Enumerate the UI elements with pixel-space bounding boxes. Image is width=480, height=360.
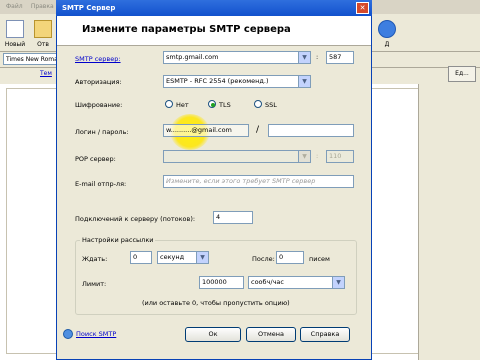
radio-ssl[interactable] xyxy=(254,100,262,108)
connections-label: Подключений к серверу (потоков): xyxy=(75,215,196,223)
smtp-port-field[interactable]: 587 xyxy=(326,51,354,64)
after-field[interactable]: 0 xyxy=(276,251,304,264)
password-field[interactable] xyxy=(268,124,354,137)
chevron-down-icon[interactable]: ▼ xyxy=(332,277,344,288)
email-return-field[interactable]: Измените, если этого требует SMTP сервер xyxy=(163,175,354,188)
background-link-tab[interactable]: Тем xyxy=(40,70,52,77)
smtp-server-value: smtp.gmail.com xyxy=(166,53,219,61)
open-folder-icon xyxy=(34,20,52,38)
wait-field[interactable]: 0 xyxy=(130,251,152,264)
chevron-down-icon: ▼ xyxy=(298,151,310,162)
pop-port-field: 110 xyxy=(326,150,354,163)
smtp-colon: : xyxy=(316,53,319,61)
auth-label: Авторизация: xyxy=(75,78,122,86)
smtp-server-combo[interactable]: smtp.gmail.com ▼ xyxy=(163,51,311,64)
toolbar-right-button[interactable]: Д xyxy=(374,20,400,48)
menu-edit[interactable]: Правка xyxy=(31,3,54,10)
pop-label: POP сервер: xyxy=(75,155,116,163)
toolbar-right-label: Д xyxy=(384,41,390,48)
chevron-down-icon[interactable]: ▼ xyxy=(196,252,208,263)
toolbar-open-label: Отв xyxy=(37,41,49,48)
smtp-server-label[interactable]: SMTP сервер: xyxy=(75,55,121,63)
wait-unit-value: секунд xyxy=(160,253,185,261)
toolbar-new-label: Новый xyxy=(4,41,26,48)
help-button[interactable]: Справка xyxy=(300,327,350,342)
chevron-down-icon[interactable]: ▼ xyxy=(298,52,310,63)
search-icon xyxy=(63,329,73,339)
limit-unit-combo[interactable]: сообч/час ▼ xyxy=(248,276,345,289)
login-slash: / xyxy=(256,125,260,135)
connections-field[interactable]: 4 xyxy=(213,211,253,224)
login-field[interactable]: w..........@gmail.com xyxy=(163,124,249,137)
auth-value: ESMTP - RFC 2554 (рекоменд.) xyxy=(166,77,269,85)
limit-unit-value: сообч/час xyxy=(251,278,284,286)
auth-combo[interactable]: ESMTP - RFC 2554 (рекоменд.) ▼ xyxy=(163,75,311,88)
right-panel xyxy=(418,84,480,360)
wait-label: Ждать: xyxy=(82,255,108,263)
radio-ssl-label: SSL xyxy=(265,101,277,109)
dialog-heading: Измените параметры SMTP сервера xyxy=(82,24,291,35)
chevron-down-icon[interactable]: ▼ xyxy=(298,76,310,87)
email-return-label: E-mail отпр-ля: xyxy=(75,180,127,188)
pop-server-combo: ▼ xyxy=(163,150,311,163)
after-unit-label: писем xyxy=(309,255,330,263)
mailing-hint: (или оставьте 0, чтобы пропустить опцию) xyxy=(142,299,290,307)
pop-colon: : xyxy=(316,152,319,160)
radio-tls-label: TLS xyxy=(219,101,231,109)
cancel-button[interactable]: Отмена xyxy=(246,327,296,342)
background-right-button[interactable]: Ед... xyxy=(448,66,476,82)
limit-label: Лимит: xyxy=(82,280,107,288)
radio-tls[interactable] xyxy=(208,100,216,108)
toolbar-new-button[interactable]: Новый xyxy=(2,20,28,48)
close-icon[interactable]: ✕ xyxy=(356,2,369,14)
login-label: Логин / пароль: xyxy=(75,128,129,136)
search-smtp-link[interactable]: Поиск SMTP xyxy=(76,330,116,338)
encryption-label: Шифрование: xyxy=(75,101,123,109)
font-name-box[interactable]: Times New Roma xyxy=(3,53,57,65)
menu-file[interactable]: Файл xyxy=(6,3,23,10)
help-icon xyxy=(378,20,396,38)
limit-field[interactable]: 100000 xyxy=(199,276,244,289)
radio-none[interactable] xyxy=(165,100,173,108)
mailing-group-title: Настройки рассылки xyxy=(80,236,156,244)
toolbar-open-button[interactable]: Отв xyxy=(30,20,56,48)
new-document-icon xyxy=(6,20,24,38)
wait-unit-combo[interactable]: секунд ▼ xyxy=(157,251,209,264)
radio-none-label: Нет xyxy=(176,101,189,109)
dialog-title: SMTP Сервер xyxy=(56,0,372,16)
after-label: После: xyxy=(252,255,275,263)
ok-button[interactable]: Ок xyxy=(185,327,241,342)
